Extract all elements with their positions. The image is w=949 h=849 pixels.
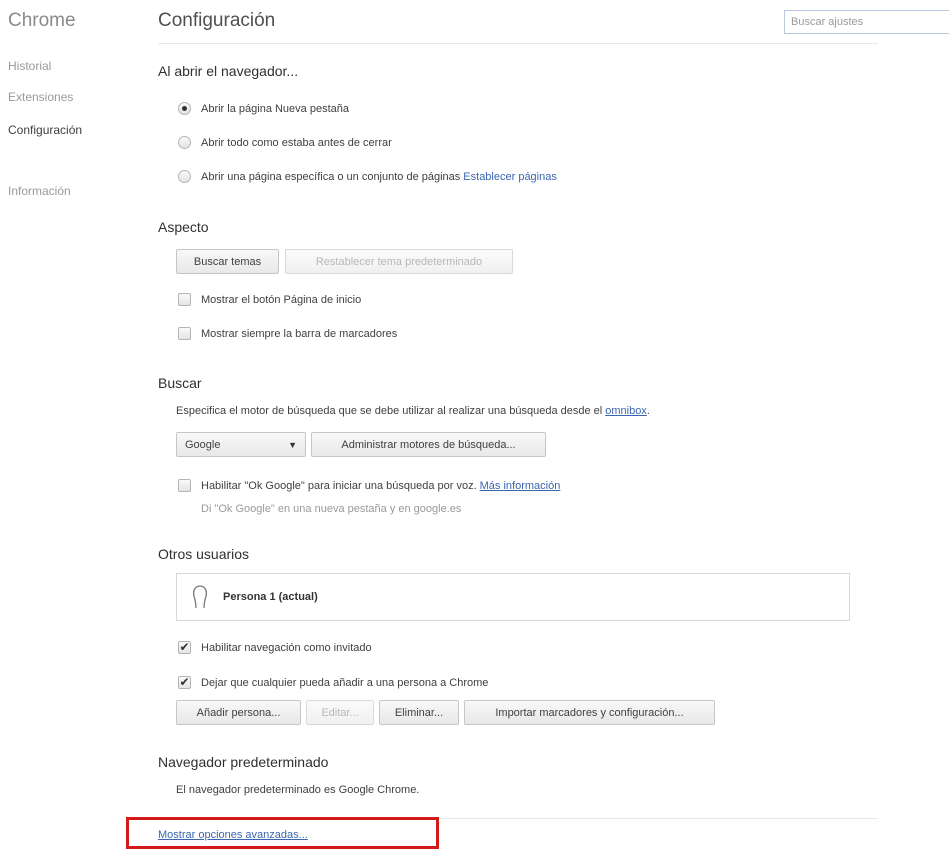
- sidebar-item-informacion[interactable]: Información: [8, 184, 71, 198]
- edit-person-button[interactable]: Editar...: [306, 700, 374, 725]
- highlight-box: [126, 817, 439, 849]
- add-anyone-option[interactable]: ✔ Dejar que cualquier pueda añadir a una…: [178, 676, 488, 689]
- profile-list[interactable]: Persona 1 (actual): [176, 573, 850, 621]
- checkbox[interactable]: [178, 479, 191, 492]
- radio-button[interactable]: [178, 170, 191, 183]
- more-info-link[interactable]: Más información: [480, 480, 561, 492]
- avatar-icon: [193, 585, 207, 609]
- search-description-end: .: [646, 405, 650, 417]
- show-home-button-option[interactable]: Mostrar el botón Página de inicio: [178, 293, 361, 306]
- checkbox-label: Mostrar siempre la barra de marcadores: [201, 327, 398, 340]
- checkbox-label: Habilitar "Ok Google" para iniciar una b…: [201, 479, 477, 492]
- section-title-startup: Al abrir el navegador...: [158, 63, 299, 79]
- app-title: Chrome: [8, 10, 76, 31]
- section-title-default-browser: Navegador predeterminado: [158, 754, 329, 770]
- show-bookmarks-bar-option[interactable]: Mostrar siempre la barra de marcadores: [178, 327, 397, 340]
- startup-option-specific-pages[interactable]: Abrir una página específica o un conjunt…: [178, 170, 557, 183]
- startup-option-continue[interactable]: Abrir todo como estaba antes de cerrar: [178, 136, 392, 149]
- sidebar-item-extensiones[interactable]: Extensiones: [8, 90, 73, 104]
- get-themes-button[interactable]: Buscar temas: [176, 249, 279, 274]
- chevron-down-icon: ▼: [288, 439, 297, 450]
- checkbox[interactable]: [178, 327, 191, 340]
- radio-label: Abrir la página Nueva pestaña: [201, 102, 349, 115]
- sidebar-item-configuracion[interactable]: Configuración: [8, 123, 82, 137]
- profile-name: Persona 1 (actual): [223, 591, 318, 603]
- search-engine-value: Google: [185, 438, 221, 451]
- checkbox-label: Mostrar el botón Página de inicio: [201, 293, 362, 306]
- radio-label: Abrir todo como estaba antes de cerrar: [201, 136, 392, 149]
- add-person-button[interactable]: Añadir persona...: [176, 700, 301, 725]
- reset-theme-button[interactable]: Restablecer tema predeterminado: [285, 249, 513, 274]
- page-title: Configuración: [158, 10, 276, 31]
- checkbox[interactable]: ✔: [178, 676, 191, 689]
- section-title-users: Otros usuarios: [158, 546, 250, 562]
- checkbox[interactable]: ✔: [178, 641, 191, 654]
- checkbox-label: Dejar que cualquier pueda añadir a una p…: [201, 676, 489, 689]
- search-engine-select[interactable]: Google ▼: [176, 432, 306, 457]
- search-description-text: Especifica el motor de búsqueda que se d…: [176, 405, 603, 417]
- section-title-search: Buscar: [158, 375, 202, 391]
- search-description: Especifica el motor de búsqueda que se d…: [176, 405, 650, 417]
- ok-google-hint: Di "Ok Google" en una nueva pestaña y en…: [201, 503, 462, 515]
- checkbox[interactable]: [178, 293, 191, 306]
- import-bookmarks-button[interactable]: Importar marcadores y configuración...: [464, 700, 715, 725]
- startup-option-new-tab[interactable]: Abrir la página Nueva pestaña: [178, 102, 349, 115]
- guest-browsing-option[interactable]: ✔ Habilitar navegación como invitado: [178, 641, 372, 654]
- delete-person-button[interactable]: Eliminar...: [379, 700, 459, 725]
- sidebar-item-historial[interactable]: Historial: [8, 59, 51, 73]
- default-browser-status: El navegador predeterminado es Google Ch…: [176, 784, 420, 796]
- header-divider: [158, 43, 878, 44]
- radio-label: Abrir una página específica o un conjunt…: [201, 170, 461, 183]
- checkbox-label: Habilitar navegación como invitado: [201, 641, 372, 654]
- section-title-appearance: Aspecto: [158, 219, 209, 235]
- radio-button[interactable]: [178, 102, 191, 115]
- manage-search-engines-button[interactable]: Administrar motores de búsqueda...: [311, 432, 546, 457]
- radio-button[interactable]: [178, 136, 191, 149]
- set-pages-link[interactable]: Establecer páginas: [463, 171, 557, 183]
- ok-google-option[interactable]: Habilitar "Ok Google" para iniciar una b…: [178, 479, 560, 492]
- search-settings-input[interactable]: [784, 10, 949, 34]
- omnibox-link[interactable]: omnibox: [605, 405, 647, 417]
